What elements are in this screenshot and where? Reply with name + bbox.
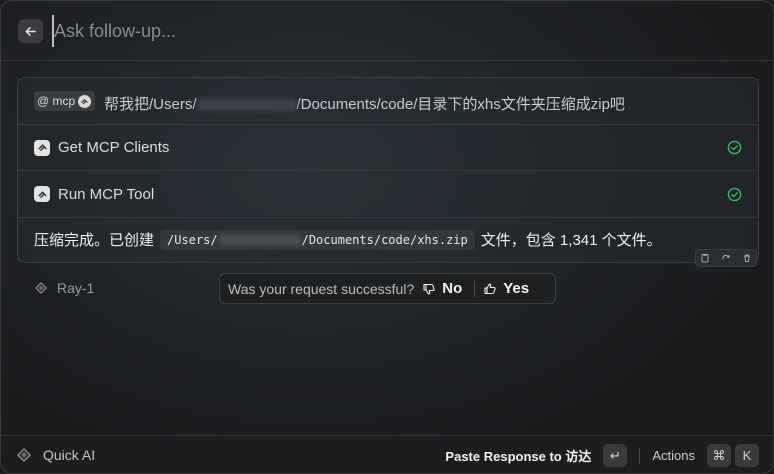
feedback-yes-button[interactable]: Yes xyxy=(483,280,529,297)
return-key: ↵ xyxy=(603,444,628,467)
follow-up-input[interactable] xyxy=(52,15,732,47)
prompt-text-before: 帮我把/Users/ xyxy=(104,96,197,113)
mcp-tool-icon xyxy=(34,186,50,202)
user-prompt-row: @ mcp 帮我把/Users/ /Documents/code/目录下的xhs文… xyxy=(18,78,758,125)
thumbs-up-icon xyxy=(484,282,496,294)
feedback-question: Was your request successful? xyxy=(228,280,415,297)
code-text-after: /Documents/code/xhs.zip xyxy=(301,232,468,247)
copy-icon[interactable] xyxy=(700,253,710,263)
conversation-card: @ mcp 帮我把/Users/ /Documents/code/目录下的xhs文… xyxy=(17,77,759,263)
divider xyxy=(18,217,758,218)
model-name: Ray-1 xyxy=(57,280,95,296)
actions-button[interactable]: Actions xyxy=(652,448,695,463)
check-circle-icon xyxy=(727,187,742,201)
mcp-tool-icon xyxy=(34,139,50,156)
footer: Quick AI Paste Response to 访达 ↵ Actions … xyxy=(1,435,773,473)
thumbs-down-icon xyxy=(423,283,435,295)
model-indicator: Ray-1 xyxy=(33,280,94,296)
tool-call-label: Get MCP Clients xyxy=(58,139,170,156)
app-name: Quick AI xyxy=(43,447,96,463)
arrow-left-icon xyxy=(25,26,36,36)
paste-response-button[interactable]: Paste Response to 访达 xyxy=(445,446,591,465)
redacted-username xyxy=(196,99,297,112)
answer-text-before: 压缩完成。已创建 xyxy=(34,232,155,249)
command-key: ⌘ xyxy=(707,444,731,467)
feedback-no-label: No xyxy=(442,280,463,297)
feedback-divider xyxy=(474,280,476,297)
code-text-before: /Users/ xyxy=(167,232,218,247)
prompt-text-after: /Documents/code/目录下的xhs文件夹压缩成zip吧 xyxy=(296,96,625,113)
mcp-badge-label: @ mcp xyxy=(37,94,76,108)
tool-call-label: Run MCP Tool xyxy=(58,185,155,203)
header xyxy=(1,1,773,61)
quick-ai-window: @ mcp 帮我把/Users/ /Documents/code/目录下的xhs文… xyxy=(0,0,774,474)
mcp-badge: @ mcp xyxy=(34,91,96,111)
redacted-username xyxy=(218,234,301,245)
k-key: K xyxy=(735,444,759,467)
footer-actions: Paste Response to 访达 ↵ Actions ⌘ K xyxy=(445,444,759,467)
footer-divider xyxy=(639,447,641,464)
back-button[interactable] xyxy=(18,19,43,43)
answer-actions xyxy=(695,249,757,267)
user-prompt-text: 帮我把/Users/ /Documents/code/目录下的xhs文件夹压缩成z… xyxy=(104,93,625,114)
answer-text-after: 文件，包含 1,341 个文件。 xyxy=(480,232,662,249)
tool-call-row[interactable]: Run MCP Tool xyxy=(18,171,758,217)
regenerate-icon[interactable] xyxy=(721,253,731,263)
feedback-no-button[interactable]: No xyxy=(422,280,462,297)
ai-answer: 压缩完成。已创建 /Users//Documents/code/xhs.zip … xyxy=(34,229,662,250)
ray-icon xyxy=(35,282,47,294)
feedback-bar: Was your request successful? No Yes xyxy=(219,273,556,304)
trash-icon[interactable] xyxy=(742,253,752,263)
inline-code: /Users/ /Documents/code/xhs.zip xyxy=(160,229,475,250)
quick-ai-icon xyxy=(17,448,31,462)
footer-app: Quick AI xyxy=(15,446,95,464)
check-circle-icon xyxy=(727,140,742,155)
feedback-yes-label: Yes xyxy=(503,280,530,297)
tool-call-row[interactable]: Get MCP Clients xyxy=(18,125,758,171)
mcp-logo-icon xyxy=(78,94,92,108)
